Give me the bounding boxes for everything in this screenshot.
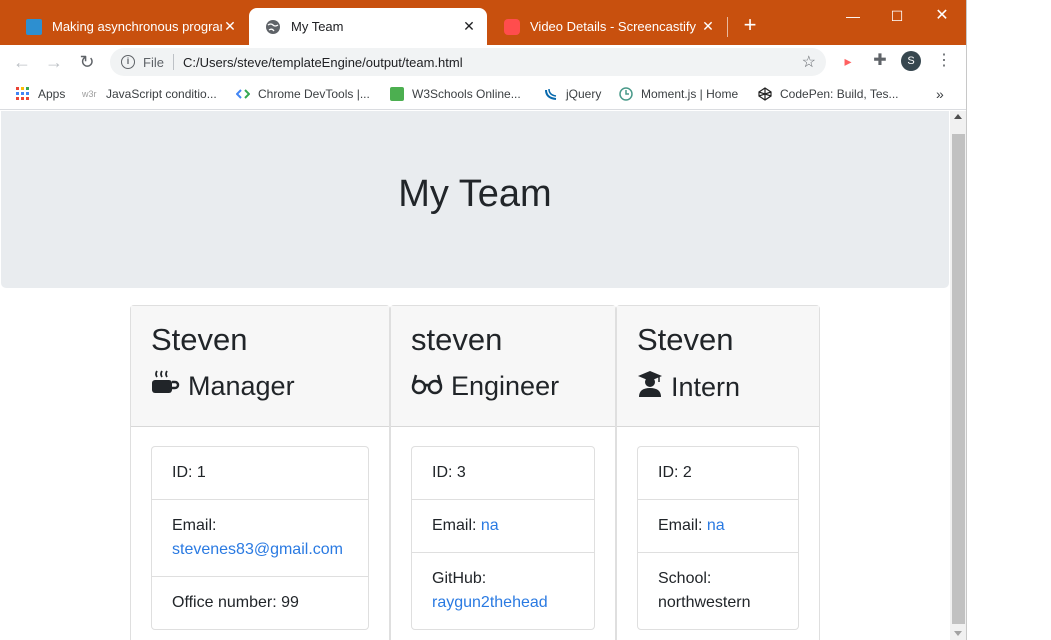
details-list: ID: 2 Email: na School: northwestern bbox=[637, 446, 799, 630]
scroll-up-arrow-icon[interactable] bbox=[954, 114, 962, 119]
github-avatar-icon bbox=[26, 18, 42, 35]
w3r-icon: w3r bbox=[82, 89, 97, 99]
url-scheme: File bbox=[143, 54, 164, 70]
card-header: steven Engineer bbox=[391, 306, 615, 427]
list-item-id: ID: 1 bbox=[152, 447, 368, 500]
email-link[interactable]: na bbox=[707, 517, 725, 534]
list-item-github: GitHub: raygun2thehead bbox=[432, 570, 548, 611]
github-link[interactable]: raygun2thehead bbox=[432, 594, 548, 611]
employee-role: Engineer bbox=[411, 370, 595, 403]
employee-role: Intern bbox=[637, 370, 799, 405]
bookmark-momentjs[interactable]: Moment.js | Home bbox=[619, 85, 738, 103]
bookmark-chrome-devtools[interactable]: Chrome DevTools |... bbox=[235, 85, 370, 103]
bookmarks-bar: Apps w3r JavaScript conditio... Chrome D… bbox=[0, 78, 966, 110]
globe-icon bbox=[265, 19, 281, 35]
bookmark-label: jQuery bbox=[566, 87, 602, 101]
bookmark-label: CodePen: Build, Tes... bbox=[780, 87, 899, 101]
tab-separator bbox=[727, 17, 728, 37]
minimize-button[interactable]: — bbox=[843, 6, 863, 26]
devtools-icon bbox=[235, 87, 251, 101]
card-header: Steven Manager bbox=[131, 306, 389, 427]
bookmark-label: JavaScript conditio... bbox=[106, 87, 217, 101]
role-label: Intern bbox=[671, 372, 741, 402]
tab-title: Video Details - Screencastify bbox=[530, 19, 696, 34]
bookmark-jquery[interactable]: jQuery bbox=[544, 85, 601, 103]
screencastify-extension-icon[interactable]: ▸ bbox=[838, 51, 858, 71]
tab-title: Making asynchronous programm bbox=[52, 19, 222, 34]
employee-role: Manager bbox=[151, 370, 369, 403]
scrollbar-thumb[interactable] bbox=[952, 134, 965, 624]
tab-my-team[interactable]: My Team ✕ bbox=[249, 8, 487, 45]
address-bar[interactable]: i File C:/Users/steve/templateEngine/out… bbox=[110, 48, 826, 76]
graduate-icon bbox=[637, 370, 671, 405]
details-list: ID: 1 Email: stevenes83@gmail.com Office … bbox=[151, 446, 369, 630]
email-link[interactable]: stevenes83@gmail.com bbox=[172, 541, 343, 558]
maximize-button[interactable]: ☐ bbox=[887, 6, 907, 26]
close-tab-icon[interactable]: ✕ bbox=[461, 18, 477, 35]
apps-grid-icon bbox=[16, 87, 30, 101]
list-item-email: Email: stevenes83@gmail.com bbox=[152, 500, 368, 577]
bookmark-label: Moment.js | Home bbox=[641, 87, 739, 101]
bookmarks-overflow-icon[interactable]: » bbox=[936, 85, 944, 103]
glasses-icon bbox=[411, 370, 451, 403]
close-tab-icon[interactable]: ✕ bbox=[222, 18, 238, 35]
page-title: My Team bbox=[398, 173, 552, 215]
employee-name: steven bbox=[411, 322, 503, 357]
employee-name: Steven bbox=[637, 322, 734, 357]
email-link[interactable]: na bbox=[481, 517, 499, 534]
bookmark-apps[interactable]: Apps bbox=[16, 85, 65, 103]
employee-card-manager: Steven Manager ID: 1 Email: stevenes83@gm… bbox=[130, 305, 390, 640]
reload-button[interactable]: ↻ bbox=[75, 50, 99, 74]
list-item-id: ID: 3 bbox=[412, 447, 594, 500]
extensions-puzzle-icon[interactable]: ✚ bbox=[870, 51, 890, 71]
employee-name: Steven bbox=[151, 322, 248, 357]
vertical-scrollbar[interactable] bbox=[950, 111, 966, 640]
bookmark-star-icon[interactable]: ☆ bbox=[802, 52, 816, 72]
role-label: Engineer bbox=[451, 371, 560, 401]
tab-making-asynchronous[interactable]: Making asynchronous programm ✕ bbox=[10, 8, 248, 45]
new-tab-button[interactable]: + bbox=[738, 13, 762, 37]
profile-avatar[interactable]: S bbox=[901, 51, 921, 71]
list-item-email: Email: na bbox=[412, 500, 594, 553]
coffee-icon bbox=[151, 370, 188, 403]
bookmark-label: Chrome DevTools |... bbox=[258, 87, 370, 101]
bookmark-codepen[interactable]: CodePen: Build, Tes... bbox=[758, 85, 899, 103]
w3schools-icon bbox=[390, 87, 404, 101]
list-item-email: Email: na bbox=[638, 500, 798, 553]
close-window-button[interactable]: ✕ bbox=[932, 6, 952, 26]
scroll-down-arrow-icon[interactable] bbox=[954, 631, 962, 636]
close-tab-icon[interactable]: ✕ bbox=[700, 18, 716, 35]
info-icon[interactable]: i bbox=[121, 55, 135, 69]
page-viewport: My Team Steven Manager ID: 1 Email: steve… bbox=[0, 111, 950, 640]
tab-title: My Team bbox=[291, 19, 344, 34]
tab-video-details[interactable]: Video Details - Screencastify ✕ bbox=[488, 8, 726, 45]
back-button[interactable]: ← bbox=[10, 50, 34, 74]
moment-clock-icon bbox=[619, 87, 633, 101]
jquery-icon bbox=[544, 87, 558, 101]
menu-kebab-icon[interactable]: ⋮ bbox=[934, 51, 954, 71]
browser-window: Making asynchronous programm ✕ My Team ✕… bbox=[0, 0, 967, 640]
bookmark-label: W3Schools Online... bbox=[412, 87, 521, 101]
jumbotron: My Team bbox=[1, 111, 949, 288]
employee-card-intern: Steven Intern ID: 2 Email: na School: nor… bbox=[616, 305, 820, 640]
list-item-school: School: northwestern bbox=[658, 570, 751, 611]
screencastify-icon bbox=[504, 18, 520, 35]
bookmark-w3r[interactable]: w3r JavaScript conditio... bbox=[82, 85, 217, 103]
toolbar: ← → ↻ i File C:/Users/steve/templateEngi… bbox=[0, 45, 966, 78]
list-item-id: ID: 2 bbox=[638, 447, 798, 500]
school-value: northwestern bbox=[658, 594, 751, 611]
employee-card-engineer: steven Engineer ID: 3 Email: na GitHub: r… bbox=[390, 305, 616, 640]
url-divider bbox=[172, 54, 174, 70]
codepen-icon bbox=[758, 87, 772, 101]
details-list: ID: 3 Email: na GitHub: raygun2thehead bbox=[411, 446, 595, 630]
list-item-office: Office number: 99 bbox=[172, 594, 299, 611]
title-bar: Making asynchronous programm ✕ My Team ✕… bbox=[0, 0, 966, 45]
url-text[interactable]: C:/Users/steve/templateEngine/output/tea… bbox=[183, 55, 463, 70]
bookmark-w3schools[interactable]: W3Schools Online... bbox=[390, 85, 521, 103]
card-header: Steven Intern bbox=[617, 306, 819, 427]
role-label: Manager bbox=[188, 371, 295, 401]
forward-button[interactable]: → bbox=[42, 50, 66, 74]
bookmark-label: Apps bbox=[38, 87, 66, 101]
